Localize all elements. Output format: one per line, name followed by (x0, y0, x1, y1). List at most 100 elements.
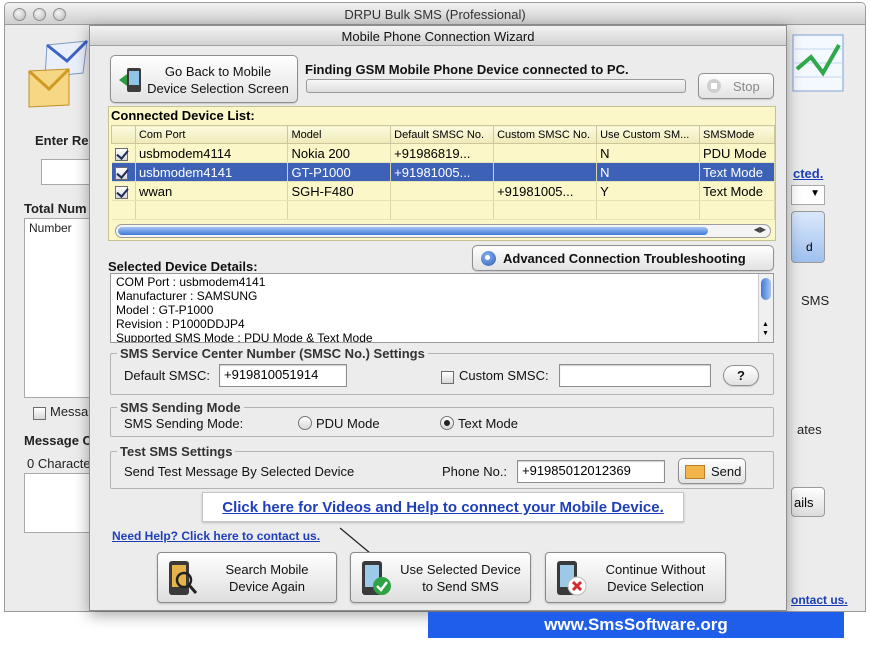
continue-without-device-button[interactable]: Continue Without Device Selection (545, 552, 726, 603)
row-checkbox-cell[interactable] (111, 143, 136, 163)
row-checkbox-cell[interactable] (111, 162, 136, 182)
default-smsc-label: Default SMSC: (124, 368, 210, 383)
scrollbar-thumb[interactable] (118, 227, 708, 235)
use-selected-device-label: Use Selected Device to Send SMS (400, 562, 521, 594)
table-header[interactable]: SMSMode (699, 125, 775, 144)
message-checkbox-label: Messa (50, 404, 89, 419)
continue-without-device-label: Continue Without Device Selection (605, 562, 706, 594)
connected-device-list-panel: Connected Device List: Com Port Model De… (108, 106, 776, 241)
default-smsc-cell: +91981005... (390, 162, 495, 182)
device-checkbox[interactable] (114, 185, 128, 199)
help-question-button[interactable]: ? (723, 365, 759, 386)
custom-smsc-label: Custom SMSC: (459, 368, 549, 383)
phone-number-label: Phone No.: (442, 464, 508, 479)
detail-line: Revision : P1000DDJP4 (116, 317, 245, 331)
test-sms-settings-section: Test SMS Settings Send Test Message By S… (110, 444, 774, 489)
model-cell: GT-P1000 (287, 162, 392, 182)
scroll-arrows-icon[interactable]: ◀▶ (754, 225, 766, 234)
go-back-button-label: Go Back to Mobile Device Selection Scree… (147, 64, 289, 96)
send-test-button-label: Send (711, 464, 742, 479)
connection-wizard-dialog: Mobile Phone Connection Wizard Go Back t… (89, 25, 787, 611)
wizard-title: Mobile Phone Connection Wizard (341, 29, 535, 44)
stop-button[interactable]: Stop (698, 73, 774, 99)
use-selected-device-button[interactable]: Use Selected Device to Send SMS (350, 552, 531, 603)
pdu-mode-radio[interactable] (298, 416, 312, 430)
footer-website-banner: www.SmsSoftware.org (428, 612, 844, 638)
advanced-troubleshooting-button[interactable]: Advanced Connection Troubleshooting (472, 245, 774, 271)
use-custom-cell: Y (596, 181, 700, 201)
com-port-cell: wwan (135, 181, 289, 201)
details-button[interactable]: ails (791, 487, 825, 517)
table-header[interactable]: Custom SMSC No. (493, 125, 598, 144)
video-help-bar: Click here for Videos and Help to connec… (202, 492, 684, 522)
phone-number-field[interactable]: +91985012012369 (517, 460, 665, 483)
message-composer-label: Message C (24, 433, 92, 448)
sms-sending-mode-section: SMS Sending Mode SMS Sending Mode: PDU M… (110, 400, 774, 437)
message-textarea[interactable] (24, 473, 92, 533)
device-table: Com Port Model Default SMSC No. Custom S… (111, 125, 775, 220)
table-row[interactable]: usbmodem4114 Nokia 200 +91986819... N PD… (111, 143, 775, 163)
phone-search-icon (169, 561, 198, 595)
envelope-logo-icon (27, 39, 89, 108)
phone-cancel-icon (557, 561, 587, 596)
right-side-button-label: d (806, 240, 813, 254)
search-progress-bar (306, 79, 686, 93)
sms-mode-cell: Text Mode (699, 181, 775, 201)
phone-back-icon (119, 68, 141, 92)
right-link[interactable]: cted. (793, 166, 823, 181)
search-device-again-label: Search Mobile Device Again (225, 562, 309, 594)
table-header[interactable]: Com Port (134, 125, 289, 144)
custom-smsc-cell: +91981005... (493, 181, 598, 201)
custom-smsc-cell (493, 162, 598, 182)
selected-device-details-box[interactable]: COM Port : usbmodem4141 Manufacturer : S… (110, 273, 774, 343)
custom-smsc-field[interactable] (559, 364, 711, 387)
device-list-horizontal-scrollbar[interactable]: ◀▶ (115, 224, 771, 238)
table-header[interactable]: Model (287, 125, 392, 144)
numbers-list[interactable]: Number (24, 218, 92, 398)
device-checkbox[interactable] (114, 166, 128, 180)
message-checkbox[interactable] (33, 407, 46, 421)
text-mode-label: Text Mode (458, 416, 518, 431)
chevron-down-icon: ▼ (810, 188, 820, 199)
row-checkbox-cell[interactable] (111, 181, 136, 201)
model-cell: SGH-F480 (287, 181, 392, 201)
send-test-button[interactable]: Send (678, 458, 746, 484)
smsc-settings-title: SMS Service Center Number (SMSC No.) Set… (117, 346, 428, 361)
smsc-settings-section: SMS Service Center Number (SMSC No.) Set… (110, 346, 774, 395)
detail-line: COM Port : usbmodem4141 (116, 275, 266, 289)
device-checkbox[interactable] (114, 147, 128, 161)
video-help-link[interactable]: Click here for Videos and Help to connec… (203, 499, 683, 516)
main-titlebar: DRPU Bulk SMS (Professional) (5, 3, 865, 25)
table-header[interactable]: Default SMSC No. (390, 125, 495, 144)
recipient-input[interactable] (41, 159, 91, 185)
scrollbar-thumb[interactable] (761, 278, 771, 300)
model-cell: Nokia 200 (287, 143, 392, 163)
right-side-button[interactable]: d (791, 211, 825, 263)
custom-smsc-cell (493, 143, 598, 163)
test-sms-description: Send Test Message By Selected Device (124, 464, 355, 479)
sms-sending-mode-title: SMS Sending Mode (117, 400, 244, 415)
envelope-icon (685, 465, 705, 479)
advanced-troubleshooting-label: Advanced Connection Troubleshooting (503, 251, 746, 266)
custom-smsc-checkbox[interactable] (441, 371, 454, 385)
selected-device-details-label: Selected Device Details: (108, 259, 258, 274)
stop-icon (707, 79, 721, 93)
use-custom-cell: N (596, 162, 700, 182)
table-row[interactable]: wwan SGH-F480 +91981005... Y Text Mode (111, 181, 775, 201)
right-dropdown[interactable]: ▼ (791, 185, 825, 205)
table-header[interactable]: Use Custom SM... (596, 125, 700, 144)
details-vertical-scrollbar[interactable]: ▲ ▼ (758, 274, 773, 342)
go-back-button[interactable]: Go Back to Mobile Device Selection Scree… (110, 55, 298, 103)
default-smsc-field[interactable]: +919810051914 (219, 364, 347, 387)
default-smsc-cell: +91986819... (390, 143, 495, 163)
contact-us-link[interactable]: ontact us. (791, 593, 848, 607)
table-row[interactable]: usbmodem4141 GT-P1000 +91981005... N Tex… (111, 162, 775, 182)
default-smsc-cell (390, 181, 495, 201)
need-help-link[interactable]: Need Help? Click here to contact us. (112, 529, 320, 543)
search-device-again-button[interactable]: Search Mobile Device Again (157, 552, 337, 603)
chart-logo-icon (792, 34, 844, 92)
text-mode-radio[interactable] (440, 416, 454, 430)
scroll-down-icon[interactable]: ▼ (762, 327, 769, 341)
table-row-empty (111, 200, 775, 220)
detail-line: Model : GT-P1000 (116, 303, 214, 317)
